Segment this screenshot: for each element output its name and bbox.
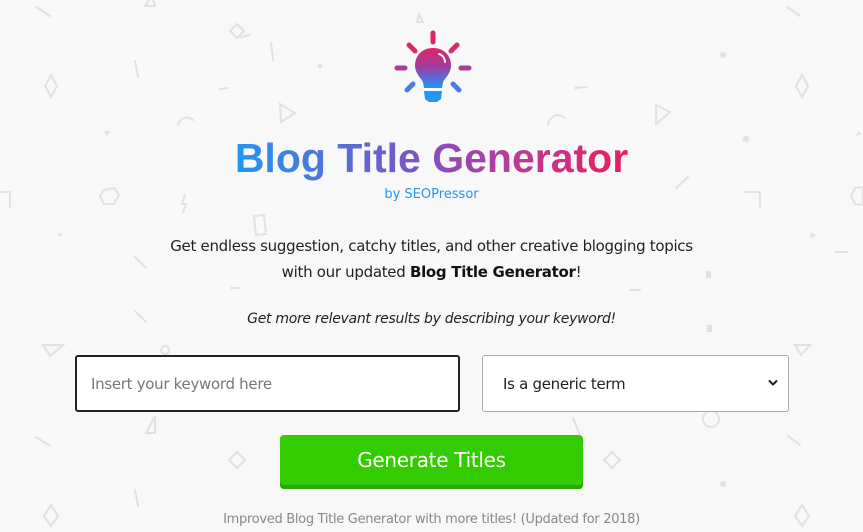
page-title: Blog Title Generator xyxy=(0,134,863,182)
bg-diamond xyxy=(228,22,246,40)
lightbulb-icon xyxy=(394,30,472,102)
bg-diamond xyxy=(227,450,247,470)
bg-arc xyxy=(177,116,194,126)
bg-ring xyxy=(160,345,170,355)
intro-line-2-suffix: ! xyxy=(575,263,582,281)
hint-text: Get more relevant results by describing … xyxy=(247,311,616,327)
keyword-input[interactable] xyxy=(75,355,460,412)
bg-dot xyxy=(317,63,323,69)
intro-text: Get endless suggestion, catchy titles, a… xyxy=(0,233,863,285)
footer-note: Improved Blog Title Generator with more … xyxy=(223,512,640,527)
seopressor-link[interactable]: SEOPressor xyxy=(404,187,478,202)
bg-diamond xyxy=(602,450,622,470)
bg-dash xyxy=(574,86,588,89)
bg-rect xyxy=(252,213,268,237)
bg-dot xyxy=(720,481,726,487)
bg-dash xyxy=(239,34,251,38)
bg-triangle xyxy=(143,0,157,7)
page: Blog Title Generator by SEOPressor Get e… xyxy=(0,0,863,532)
chevron-down-icon xyxy=(768,380,778,386)
generate-titles-button[interactable]: Generate Titles xyxy=(280,435,583,489)
bg-dash xyxy=(787,435,801,446)
bg-diamond xyxy=(43,72,59,100)
bg-dash xyxy=(270,42,274,61)
bg-triangle xyxy=(144,415,156,434)
bg-dash xyxy=(786,6,801,17)
bg-triangle xyxy=(41,344,66,358)
bg-dash xyxy=(35,436,51,447)
bg-ring xyxy=(702,410,720,428)
bg-triangle xyxy=(415,11,425,23)
intro-line-2-bold: Blog Title Generator xyxy=(409,263,576,281)
bg-dash xyxy=(219,87,229,90)
bg-dash xyxy=(134,60,139,78)
keyword-type-selected: Is a generic term xyxy=(503,374,626,393)
byline-prefix: by xyxy=(384,187,405,202)
keyword-type-select[interactable]: Is a generic term xyxy=(482,355,789,412)
bg-diamond xyxy=(794,72,810,100)
bg-dot xyxy=(720,52,726,58)
bg-arc xyxy=(547,114,566,126)
bg-triangle xyxy=(278,102,297,124)
bg-dash xyxy=(134,489,139,507)
bg-dash xyxy=(35,6,51,17)
intro-line-2: with our updated Blog Title Generator! xyxy=(0,259,863,285)
bg-triangle xyxy=(655,103,672,127)
intro-line-1: Get endless suggestion, catchy titles, a… xyxy=(170,237,693,255)
bg-triangle xyxy=(793,344,813,357)
intro-line-2-prefix: with our updated xyxy=(281,263,410,281)
byline: by SEOPressor xyxy=(0,187,863,202)
page-title-text: Blog Title Generator xyxy=(234,135,629,181)
